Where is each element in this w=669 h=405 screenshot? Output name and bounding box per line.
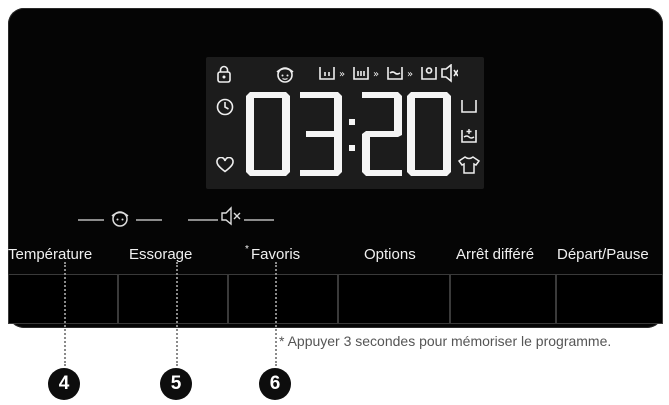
svg-text:»: » bbox=[339, 69, 345, 80]
leader-line-6 bbox=[275, 262, 277, 366]
heart-icon bbox=[216, 157, 234, 173]
depart-pause-button[interactable] bbox=[556, 274, 663, 324]
label-favoris: Favoris bbox=[251, 246, 301, 263]
button-labels: Température Essorage * Favoris Options A… bbox=[8, 240, 663, 270]
child-lock-icon bbox=[276, 67, 294, 83]
svg-text:»: » bbox=[407, 69, 413, 80]
callout-4: 4 bbox=[48, 368, 80, 400]
label-essorage: Essorage bbox=[129, 246, 193, 263]
label-temperature: Température bbox=[8, 246, 93, 263]
button-row bbox=[8, 274, 663, 328]
essorage-button[interactable] bbox=[118, 274, 228, 324]
svg-text:»: » bbox=[373, 69, 379, 80]
time-digits bbox=[246, 92, 451, 176]
tub-plus-icon bbox=[461, 129, 477, 143]
callout-5: 5 bbox=[160, 368, 192, 400]
child-lock-indicator bbox=[78, 211, 162, 227]
favoris-button[interactable] bbox=[228, 274, 338, 324]
leader-line-4 bbox=[64, 262, 66, 366]
label-depart-pause: Départ/Pause bbox=[557, 246, 649, 263]
options-button[interactable] bbox=[338, 274, 450, 324]
favoris-note: * Appuyer 3 secondes pour mémoriser le p… bbox=[279, 333, 612, 349]
temperature-button[interactable] bbox=[8, 274, 118, 324]
shirt-icon bbox=[458, 156, 480, 174]
tub-icon bbox=[461, 100, 477, 113]
clock-icon bbox=[216, 98, 234, 116]
favoris-asterisk: * bbox=[245, 244, 249, 255]
wash-sequence-icons: » » » bbox=[319, 64, 458, 83]
control-panel: » » » Température Essorage * Favoris Optio… bbox=[8, 8, 663, 328]
lcd-display: » » » bbox=[206, 57, 484, 189]
arret-differe-button[interactable] bbox=[450, 274, 556, 324]
leader-line-5 bbox=[176, 262, 178, 366]
label-arret-differe: Arrêt différé bbox=[456, 246, 535, 263]
callout-6: 6 bbox=[259, 368, 291, 400]
mute-indicator bbox=[188, 206, 274, 226]
label-options: Options bbox=[364, 246, 416, 263]
lock-icon bbox=[217, 65, 231, 83]
